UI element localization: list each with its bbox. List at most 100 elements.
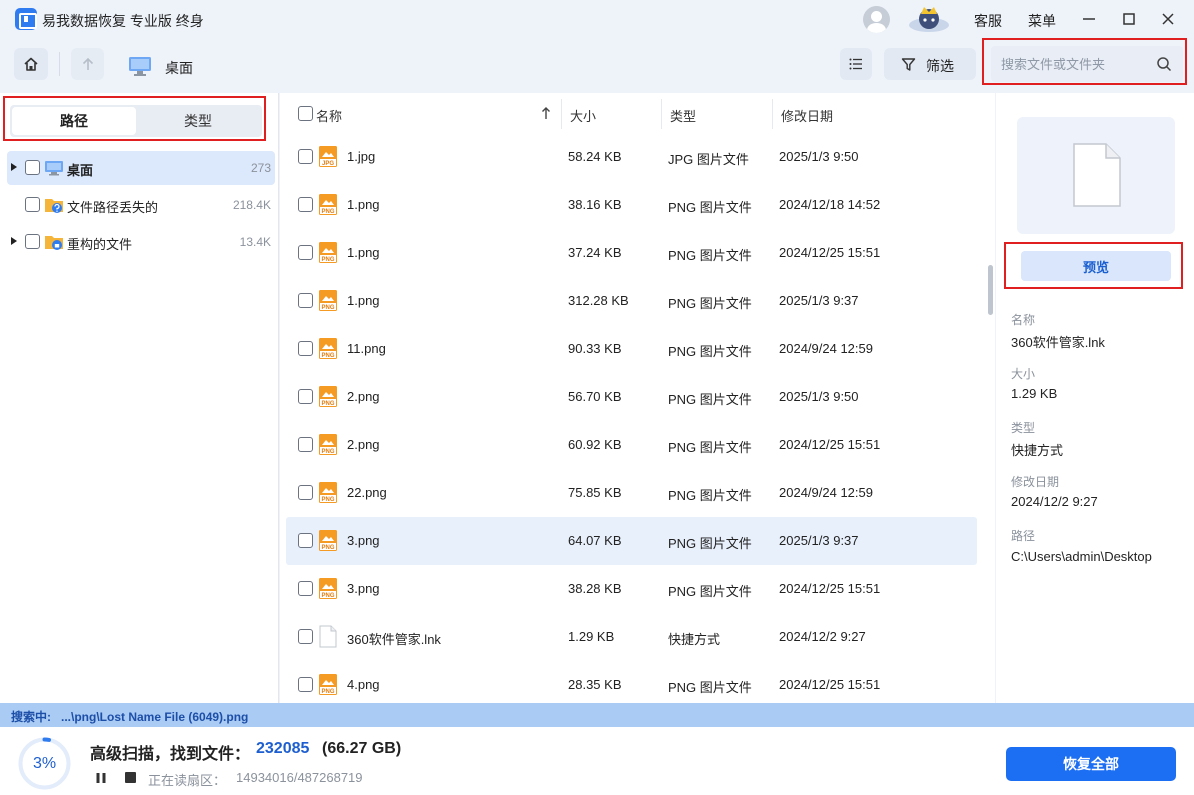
- tree-checkbox[interactable]: [25, 234, 40, 249]
- file-date: 2025/1/3 9:37: [779, 293, 859, 308]
- file-checkbox[interactable]: [298, 677, 313, 692]
- found-count: 232085: [256, 740, 310, 757]
- tree-item-rebuilt[interactable]: 重构的文件 13.4K: [7, 225, 275, 259]
- pause-icon[interactable]: [95, 772, 107, 784]
- file-row[interactable]: PNG 3.png 64.07 KB PNG 图片文件 2025/1/3 9:37: [286, 517, 977, 565]
- maximize-icon[interactable]: [1119, 9, 1139, 29]
- list-view-button[interactable]: [840, 48, 872, 80]
- file-date: 2025/1/3 9:50: [779, 149, 859, 164]
- svg-text:PNG: PNG: [321, 545, 334, 551]
- scrollbar-thumb[interactable]: [988, 265, 993, 315]
- file-checkbox[interactable]: [298, 581, 313, 596]
- preview-button[interactable]: 预览: [1021, 251, 1171, 281]
- file-row[interactable]: PNG 1.png 312.28 KB PNG 图片文件 2025/1/3 9:37: [286, 277, 977, 325]
- file-row[interactable]: PNG 3.png 38.28 KB PNG 图片文件 2024/12/25 15:51: [286, 565, 977, 613]
- file-checkbox[interactable]: [298, 389, 313, 404]
- file-row[interactable]: PNG 1.png 38.16 KB PNG 图片文件 2024/12/18 14:52: [286, 181, 977, 229]
- customer-service-link[interactable]: 客服: [974, 11, 1002, 31]
- file-checkbox[interactable]: [298, 485, 313, 500]
- shortcut-file-icon: [319, 625, 337, 648]
- file-checkbox[interactable]: [298, 293, 313, 308]
- file-size: 312.28 KB: [568, 293, 629, 308]
- toolbar: 桌面 筛选: [0, 38, 1194, 93]
- folder-rebuilt-icon: [45, 236, 63, 250]
- sector-label: 正在读扇区：: [148, 773, 227, 788]
- up-level-button[interactable]: [71, 48, 104, 80]
- search-box[interactable]: [991, 46, 1183, 82]
- file-size: 58.24 KB: [568, 149, 622, 164]
- column-date[interactable]: 修改日期: [781, 106, 833, 125]
- tree-item-label: 文件路径丢失的: [67, 200, 159, 215]
- svg-text:PNG: PNG: [321, 305, 334, 311]
- expand-arrow-icon[interactable]: [11, 237, 17, 245]
- file-row[interactable]: PNG 11.png 90.33 KB PNG 图片文件 2024/9/24 12:59: [286, 325, 977, 373]
- column-size[interactable]: 大小: [570, 106, 596, 125]
- file-row[interactable]: PNG 1.png 37.24 KB PNG 图片文件 2024/12/25 15:51: [286, 229, 977, 277]
- png-file-icon: PNG: [319, 482, 337, 503]
- file-checkbox[interactable]: [298, 629, 313, 644]
- png-file-icon: PNG: [319, 386, 337, 407]
- file-row[interactable]: 360软件管家.lnk 1.29 KB 快捷方式 2024/12/2 9:27: [286, 613, 977, 661]
- tab-path[interactable]: 路径: [12, 107, 136, 135]
- tree-checkbox[interactable]: [25, 160, 40, 175]
- close-icon[interactable]: [1158, 9, 1178, 29]
- breadcrumb[interactable]: 桌面: [165, 58, 193, 78]
- expand-arrow-icon[interactable]: [11, 163, 17, 171]
- tree-item-count: 13.4K: [239, 235, 271, 249]
- menu-link[interactable]: 菜单: [1028, 11, 1056, 31]
- home-button[interactable]: [14, 48, 48, 80]
- column-divider: [772, 99, 773, 129]
- file-checkbox[interactable]: [298, 341, 313, 356]
- file-date: 2024/12/25 15:51: [779, 581, 881, 596]
- filter-button[interactable]: 筛选: [884, 48, 976, 80]
- file-checkbox[interactable]: [298, 245, 313, 260]
- file-name: 2.png: [347, 437, 380, 452]
- search-icon[interactable]: [1156, 56, 1172, 72]
- file-row[interactable]: PNG 2.png 60.92 KB PNG 图片文件 2024/12/25 15:51: [286, 421, 977, 469]
- file-row[interactable]: PNG 4.png 28.35 KB PNG 图片文件 2024/12/25 15:51: [286, 661, 977, 703]
- search-input[interactable]: [1001, 53, 1151, 75]
- png-file-icon: PNG: [319, 338, 337, 359]
- file-row[interactable]: PNG 2.png 56.70 KB PNG 图片文件 2025/1/3 9:50: [286, 373, 977, 421]
- file-type: PNG 图片文件: [668, 680, 752, 695]
- vip-crown-icon[interactable]: [906, 2, 952, 34]
- column-type[interactable]: 类型: [670, 106, 696, 125]
- file-type: 快捷方式: [668, 632, 721, 647]
- file-row[interactable]: JPG 1.jpg 58.24 KB JPG 图片文件 2025/1/3 9:50: [286, 133, 977, 181]
- file-size: 64.07 KB: [568, 533, 622, 548]
- sort-ascending-icon[interactable]: [541, 106, 551, 120]
- app-title: 易我数据恢复 专业版 终身: [42, 13, 204, 29]
- file-row[interactable]: PNG 22.png 75.85 KB PNG 图片文件 2024/9/24 12:59: [286, 469, 977, 517]
- file-type: PNG 图片文件: [668, 536, 752, 551]
- column-name[interactable]: 名称: [316, 106, 342, 125]
- file-type: PNG 图片文件: [668, 392, 752, 407]
- found-size: (66.27 GB): [322, 740, 402, 757]
- png-file-icon: PNG: [319, 194, 337, 215]
- file-checkbox[interactable]: [298, 149, 313, 164]
- user-avatar[interactable]: [863, 6, 890, 33]
- column-divider: [561, 99, 562, 129]
- filter-icon: [901, 58, 916, 71]
- file-checkbox[interactable]: [298, 533, 313, 548]
- view-mode-tabs: 路径 类型: [10, 105, 262, 137]
- filter-label: 筛选: [926, 58, 954, 74]
- file-checkbox[interactable]: [298, 197, 313, 212]
- file-type: PNG 图片文件: [668, 344, 752, 359]
- minimize-icon[interactable]: [1079, 9, 1099, 29]
- file-size: 38.28 KB: [568, 581, 622, 596]
- svg-text:PNG: PNG: [321, 257, 334, 263]
- recover-all-button[interactable]: 恢复全部: [1006, 747, 1176, 781]
- tree-item-label: 重构的文件: [67, 237, 133, 252]
- list-icon: [849, 58, 862, 70]
- file-icon: [1073, 143, 1121, 207]
- tree-checkbox[interactable]: [25, 197, 40, 212]
- prop-size-value: 1.29 KB: [1011, 386, 1058, 401]
- select-all-checkbox[interactable]: [298, 106, 313, 121]
- file-type: PNG 图片文件: [668, 200, 752, 215]
- file-date: 2024/12/18 14:52: [779, 197, 881, 212]
- tab-type[interactable]: 类型: [136, 107, 260, 135]
- file-checkbox[interactable]: [298, 437, 313, 452]
- stop-icon[interactable]: [125, 772, 136, 783]
- tree-item-lost-path[interactable]: 文件路径丢失的 218.4K: [7, 188, 275, 222]
- tree-item-desktop[interactable]: 桌面 273: [7, 151, 275, 185]
